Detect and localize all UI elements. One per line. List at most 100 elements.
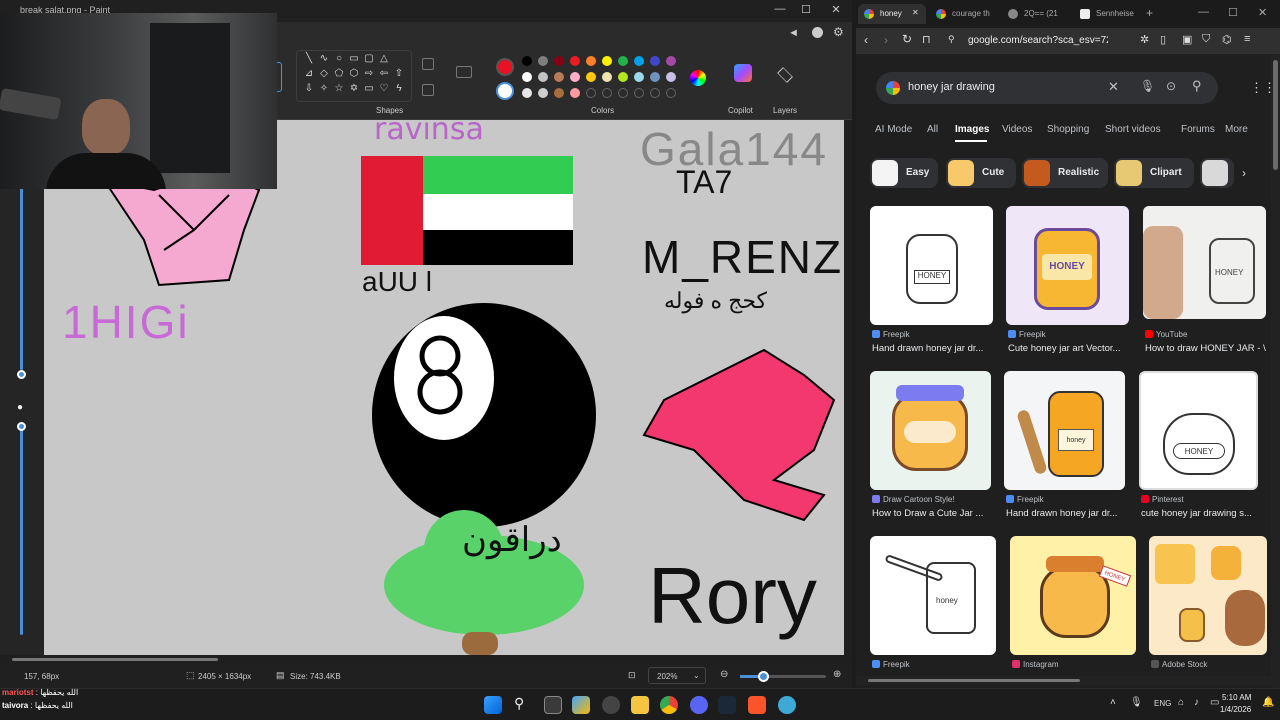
color-swatch[interactable] — [554, 72, 564, 82]
zoom-slider[interactable] — [740, 671, 826, 682]
color-swatch[interactable] — [634, 56, 644, 66]
zoom-in-icon[interactable]: ⊕ — [833, 669, 841, 680]
comment-icon[interactable]: ◄ — [788, 27, 799, 39]
notifications-bell-icon[interactable]: 🔔 — [1262, 697, 1274, 708]
callout-shape-icon[interactable]: ▭ — [362, 82, 376, 96]
result-caption[interactable]: Cute honey jar art Vector... — [1008, 343, 1128, 354]
pentagon-shape-icon[interactable]: ⬠ — [332, 67, 346, 81]
tab-shopping[interactable]: Shopping — [1047, 124, 1089, 135]
color-swatch[interactable] — [586, 56, 596, 66]
tab-sennheiser[interactable]: Sennheise — [1074, 4, 1144, 24]
account-icon[interactable] — [812, 27, 823, 38]
line-shape-icon[interactable]: ╲ — [302, 52, 316, 66]
chip-cute[interactable]: Cute — [946, 158, 1016, 188]
minimize-icon[interactable]: — — [770, 3, 790, 19]
color-swatch[interactable] — [650, 72, 660, 82]
chevron-right-icon[interactable]: › — [1242, 166, 1246, 180]
color-swatch[interactable] — [538, 72, 548, 82]
close-icon[interactable]: ✕ — [1258, 6, 1267, 19]
color-swatch[interactable] — [618, 56, 628, 66]
layers-icon[interactable] — [777, 67, 793, 83]
sidebar-icon[interactable]: ▯ — [1160, 33, 1166, 46]
chrome-icon[interactable] — [660, 696, 678, 714]
arrow-left-shape-icon[interactable]: ⇦ — [377, 67, 391, 81]
close-icon[interactable]: ✕ — [826, 3, 846, 19]
heart-shape-icon[interactable]: ♡ — [377, 82, 391, 96]
color-swatch[interactable] — [586, 88, 596, 98]
tray-overflow-icon[interactable]: ˄ — [1110, 697, 1116, 708]
chip-clipart[interactable]: Clipart — [1114, 158, 1194, 188]
search-icon[interactable]: ⚲ — [514, 695, 524, 712]
tab-2q[interactable]: 2Q== (21 — [1002, 4, 1070, 24]
bookmark-icon[interactable]: ⊓ — [922, 33, 931, 46]
color-swatch[interactable] — [666, 56, 676, 66]
color-swatch[interactable] — [602, 88, 612, 98]
rectangle-shape-icon[interactable]: ▭ — [347, 52, 361, 66]
obs-icon[interactable] — [602, 696, 620, 714]
zoom-dropdown[interactable]: 202% ⌄ — [648, 667, 706, 684]
color-swatch[interactable] — [602, 56, 612, 66]
tab-honey[interactable]: honey ✕ — [858, 4, 926, 24]
close-tab-icon[interactable]: ✕ — [912, 8, 919, 17]
color-swatch[interactable] — [554, 88, 564, 98]
fill-icon[interactable] — [422, 84, 434, 96]
address-bar[interactable]: google.com/search?sca_esv=7232f53e5 — [968, 32, 1108, 50]
clock-time[interactable]: 5:10 AM — [1222, 693, 1251, 702]
new-tab-icon[interactable]: + — [1146, 6, 1153, 20]
color-swatch[interactable] — [666, 72, 676, 82]
polygon-shape-icon[interactable]: ⊿ — [302, 67, 316, 81]
result-image[interactable]: HONEY — [1143, 206, 1266, 319]
microphone-icon[interactable]: 🎙 — [1130, 697, 1143, 708]
h-scroll-thumb[interactable] — [12, 658, 218, 661]
menu-icon[interactable]: ≡ — [1244, 33, 1250, 45]
brave-icon[interactable] — [748, 696, 766, 714]
color-swatch[interactable] — [554, 56, 564, 66]
color-swatch[interactable] — [618, 72, 628, 82]
site-info-icon[interactable]: ⚲ — [948, 34, 955, 45]
color-swatch[interactable] — [618, 88, 628, 98]
color-swatch[interactable] — [538, 56, 548, 66]
camera-lens-icon[interactable]: ⊙ — [1166, 79, 1176, 93]
task-view-icon[interactable] — [544, 696, 562, 714]
color-swatch[interactable] — [602, 72, 612, 82]
star6-shape-icon[interactable]: ✡ — [347, 82, 361, 96]
result-image[interactable]: HONEY — [870, 206, 993, 325]
tab-all[interactable]: All — [927, 124, 938, 135]
color-swatch[interactable] — [586, 72, 596, 82]
tab-forums[interactable]: Forums — [1181, 124, 1215, 135]
opacity-slider-thumb[interactable] — [17, 422, 26, 431]
color-swatch[interactable] — [522, 56, 532, 66]
result-image[interactable]: HONEY — [1139, 371, 1258, 490]
fit-to-window-icon[interactable]: ⊡ — [628, 670, 636, 681]
zoom-slider-thumb[interactable] — [758, 671, 769, 682]
star4-shape-icon[interactable]: ✧ — [317, 82, 331, 96]
zoom-out-icon[interactable]: ⊖ — [720, 669, 728, 680]
opacity-slider-track[interactable] — [20, 425, 23, 635]
apps-grid-icon[interactable]: ⋮⋮ — [1250, 80, 1271, 96]
tab-courage[interactable]: courage th — [930, 4, 998, 24]
clear-search-icon[interactable]: ✕ — [1108, 79, 1119, 95]
steam-icon[interactable] — [718, 696, 736, 714]
page-vertical-scrollbar[interactable] — [1271, 54, 1280, 688]
triangle-shape-icon[interactable]: △ — [377, 52, 391, 66]
oval-shape-icon[interactable]: ○ — [332, 52, 346, 66]
battery-icon[interactable]: ▭ — [1210, 697, 1219, 708]
lightning-shape-icon[interactable]: ϟ — [392, 82, 406, 96]
reload-icon[interactable]: ↻ — [902, 32, 912, 46]
widgets-icon[interactable] — [572, 696, 590, 714]
tab-ai-mode[interactable]: AI Mode — [875, 124, 912, 135]
canvas-horizontal-scrollbar[interactable] — [0, 655, 852, 664]
microphone-icon[interactable]: 🎙 — [1140, 79, 1155, 93]
tab-images[interactable]: Images — [955, 124, 989, 135]
color2-swatch[interactable] — [496, 82, 514, 100]
start-icon[interactable] — [484, 696, 502, 714]
volume-icon[interactable]: ♪ — [1194, 697, 1199, 708]
copilot-icon[interactable] — [734, 64, 752, 82]
result-image[interactable]: HONEY — [1006, 206, 1129, 325]
minimize-icon[interactable]: — — [1198, 6, 1209, 18]
star5-shape-icon[interactable]: ☆ — [332, 82, 346, 96]
color-swatch[interactable] — [650, 88, 660, 98]
result-image[interactable]: honey — [1004, 371, 1125, 490]
result-caption[interactable]: Hand drawn honey jar dr... — [872, 343, 992, 354]
results-horizontal-scrollbar[interactable] — [856, 676, 1271, 685]
